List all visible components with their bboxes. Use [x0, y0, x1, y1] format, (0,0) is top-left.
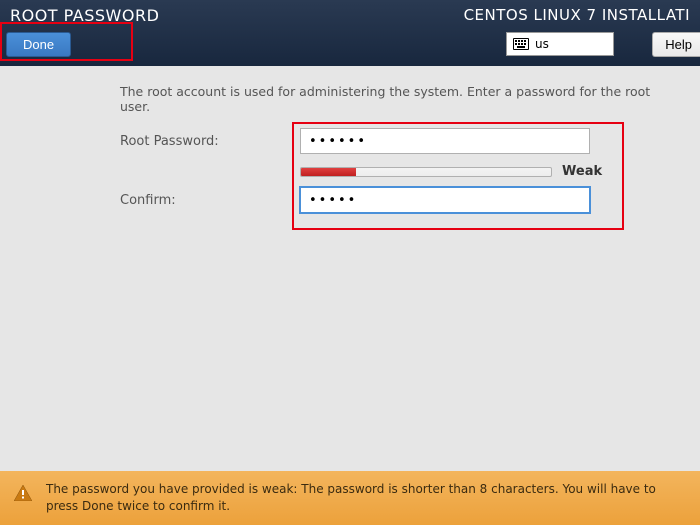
- instruction-text: The root account is used for administeri…: [120, 84, 680, 114]
- confirm-password-label: Confirm:: [120, 193, 300, 208]
- warning-text: The password you have provided is weak: …: [46, 482, 656, 513]
- done-highlight: Done: [0, 22, 133, 61]
- installer-title: CENTOS LINUX 7 INSTALLATI: [464, 6, 690, 24]
- main-content: The root account is used for administeri…: [0, 66, 700, 471]
- help-button[interactable]: Help: [652, 32, 700, 57]
- root-password-label: Root Password:: [120, 134, 300, 149]
- password-form: Root Password: Weak Confirm:: [120, 128, 680, 213]
- confirm-password-input[interactable]: [300, 187, 590, 213]
- warning-bar: The password you have provided is weak: …: [0, 471, 700, 525]
- done-button[interactable]: Done: [6, 32, 71, 57]
- warning-icon: [14, 485, 32, 501]
- password-strength-fill: [301, 168, 356, 176]
- header-bar: ROOT PASSWORD Done CENTOS LINUX 7 INSTAL…: [0, 0, 700, 66]
- keyboard-layout-label: us: [535, 37, 549, 51]
- password-strength-meter: [300, 167, 552, 177]
- root-password-input[interactable]: [300, 128, 590, 154]
- keyboard-layout-selector[interactable]: us: [506, 32, 614, 56]
- password-strength-label: Weak: [562, 164, 602, 179]
- keyboard-icon: [513, 38, 529, 50]
